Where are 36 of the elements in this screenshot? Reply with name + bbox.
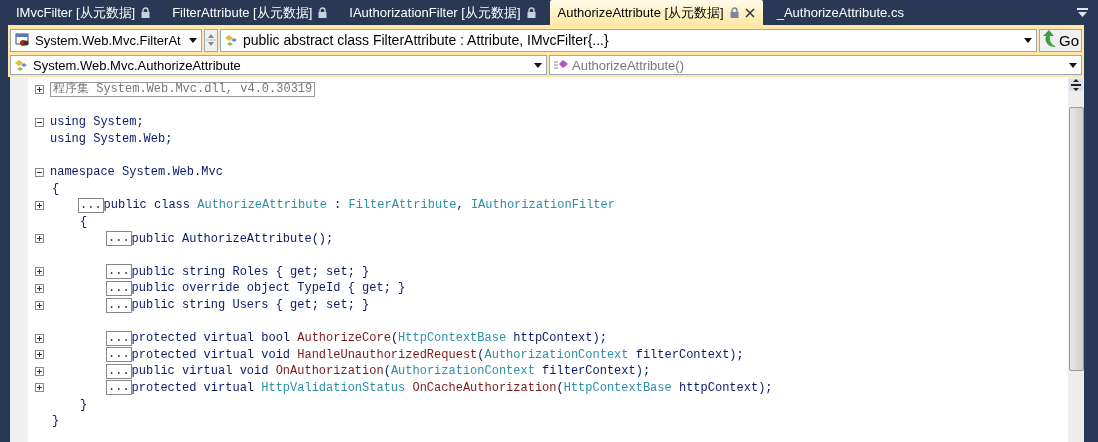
code-line: protected virtual HttpValidationStatus OnCacheAuthorization(HttpContextBase httpContext); [131, 381, 773, 395]
code-line: public string Users { get; set; } [131, 298, 370, 312]
code-line: { [80, 215, 88, 230]
type-combo[interactable]: System.Web.Mvc.FilterAt [10, 28, 202, 52]
collapsed-region[interactable]: ... [106, 330, 132, 346]
editor-tab[interactable]: IAuthorizationFilter [从元数据] [341, 0, 544, 25]
editor-tab[interactable]: FilterAttribute [从元数据] [164, 0, 336, 25]
code-line: namespace System.Web.Mvc [50, 165, 223, 180]
collapsed-region[interactable]: ... [106, 363, 132, 379]
code-line: using System; [50, 115, 144, 130]
collapsed-region[interactable]: ... [106, 280, 132, 296]
collapsed-region[interactable]: ... [106, 380, 132, 396]
class-combo[interactable]: System.Web.Mvc.AuthorizeAttribute [10, 55, 547, 75]
collapsed-region[interactable]: ... [106, 264, 132, 280]
collapsed-region[interactable]: ... [106, 231, 132, 247]
code-line: protected virtual bool AuthorizeCore(HttpContextBase httpContext); [131, 331, 607, 346]
collapsed-region[interactable]: ... [106, 297, 132, 313]
editor-tab[interactable]: _AuthorizeAttribute.cs [768, 0, 912, 25]
assembly-info: 程序集 System.Web.Mvc.dll, v4.0.30319 [50, 81, 316, 97]
code-line: } [80, 397, 88, 412]
collapsed-region[interactable]: ... [106, 347, 132, 363]
code-line: public string Roles { get; set; } [131, 264, 370, 279]
editor-tab[interactable]: AuthorizeAttribute [从元数据] [549, 0, 763, 25]
code-line: protected virtual void HandleUnauthorizedRequest(AuthorizationContext filterContext); [131, 347, 744, 362]
collapsed-region[interactable]: ... [78, 197, 104, 213]
code-line: public virtual void OnAuthorization(AuthorizationContext filterContext); [131, 364, 651, 379]
member-combo[interactable]: public abstract class FilterAttribute : Attribute, IMvcFilter{...} [220, 28, 1037, 52]
go-button[interactable]: Go [1039, 28, 1082, 52]
member-combo[interactable]: AuthorizeAttribute() [549, 55, 1082, 75]
code-line: using System.Web; [50, 132, 173, 147]
code-line: } [52, 414, 60, 429]
code-line: { [52, 181, 60, 196]
editor-tab[interactable]: IMvcFilter [从元数据] [8, 0, 159, 25]
code-line: public AuthorizeAttribute(); [131, 231, 334, 246]
code-line: public class AuthorizeAttribute : FilterAttribute, IAuthorizationFilter [103, 198, 615, 213]
code-line: public override object TypeId { get; } [131, 281, 406, 296]
